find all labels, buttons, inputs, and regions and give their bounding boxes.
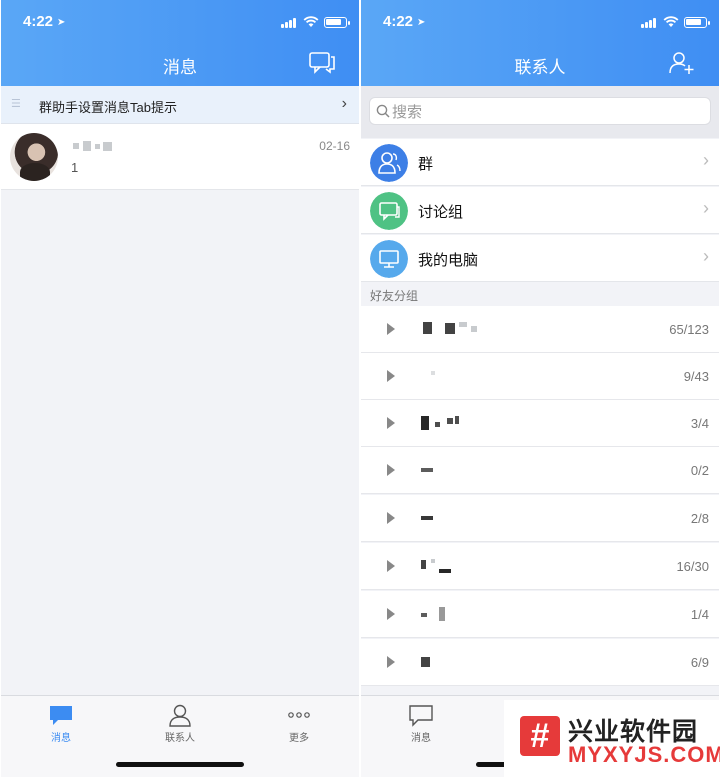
wifi-icon [303, 16, 319, 27]
friend-groups-header: 好友分组 [361, 282, 719, 306]
chat-bubbles-icon[interactable] [309, 51, 335, 75]
tab-messages[interactable]: 消息 [386, 703, 456, 744]
wifi-icon [663, 16, 679, 27]
group-name-redacted [419, 511, 489, 525]
location-icon: ➤ [417, 17, 426, 28]
banner-text: 群助手设置消息Tab提示 [39, 100, 177, 115]
group-online-count: 0/2 [690, 463, 709, 478]
expand-triangle-icon [387, 656, 395, 668]
battery-icon [684, 17, 710, 28]
add-contact-icon[interactable] [669, 51, 695, 75]
expand-triangle-icon [387, 512, 395, 524]
entry-label: 我的电脑 [418, 252, 479, 269]
chevron-right-icon: › [703, 198, 709, 218]
message-time: 02-16 [319, 139, 350, 153]
expand-triangle-icon [387, 323, 395, 335]
group-online-count: 65/123 [669, 322, 709, 337]
messages-header: 4:22 ➤ 消息 [1, 0, 359, 86]
entry-discussion-groups[interactable]: 讨论组 › [361, 187, 719, 234]
assistant-icon: ☰ [11, 98, 21, 110]
message-icon [409, 705, 433, 727]
group-online-count: 3/4 [690, 416, 709, 431]
expand-triangle-icon [387, 464, 395, 476]
watermark-logo: # [520, 716, 560, 756]
group-online-count: 2/8 [690, 511, 709, 526]
entry-my-computer[interactable]: 我的电脑 › [361, 235, 719, 282]
section-title: 好友分组 [370, 289, 419, 303]
entry-label: 讨论组 [418, 204, 464, 221]
group-name-redacted [419, 416, 489, 430]
search-icon [376, 104, 390, 118]
chevron-right-icon: › [703, 246, 709, 266]
tab-messages[interactable]: 消息 [26, 703, 96, 744]
search-box[interactable] [369, 97, 711, 125]
watermark-text-en: MYXYJS.COM [568, 742, 720, 767]
group-online-count: 6/9 [690, 655, 709, 670]
contacts-header: 4:22 ➤ 联系人 [361, 0, 719, 86]
avatar [10, 133, 58, 181]
chevron-right-icon: › [341, 95, 347, 112]
signal-icon [281, 18, 297, 28]
search-area [361, 86, 719, 138]
friend-group-row[interactable]: 65/123 [361, 306, 719, 353]
group-name-redacted [419, 607, 489, 621]
group-online-count: 9/43 [683, 369, 709, 384]
page-title: 消息 [163, 58, 197, 77]
chat-icon [370, 192, 408, 230]
group-name-redacted [419, 655, 489, 669]
friend-group-row[interactable]: 6/9 [361, 639, 719, 686]
status-time: 4:22 ➤ [23, 13, 66, 30]
group-name-redacted [419, 559, 489, 573]
message-preview: 1 [71, 160, 79, 175]
page-title: 联系人 [514, 58, 566, 77]
chevron-right-icon: › [703, 150, 709, 170]
friend-group-row[interactable]: 0/2 [361, 447, 719, 494]
friend-group-row[interactable]: 16/30 [361, 543, 719, 590]
status-time: 4:22 ➤ [383, 13, 426, 30]
tab-label: 联系人 [165, 733, 195, 744]
group-name-redacted [419, 322, 489, 336]
entry-groups[interactable]: 群 › [361, 139, 719, 186]
tab-label: 消息 [411, 733, 431, 744]
entry-label: 群 [418, 156, 434, 173]
group-assistant-banner[interactable]: ☰ 群助手设置消息Tab提示 › [1, 86, 359, 124]
home-indicator [116, 762, 244, 767]
expand-triangle-icon [387, 608, 395, 620]
messages-screen: 4:22 ➤ 消息 ☰ 群助手设置消息Tab提示 › 1 02-16 消息 联系… [1, 0, 359, 777]
tab-contacts[interactable]: 联系人 [145, 703, 215, 744]
group-online-count: 16/30 [676, 559, 709, 574]
expand-triangle-icon [387, 417, 395, 429]
location-icon: ➤ [57, 17, 66, 28]
status-bar: 4:22 ➤ [361, 13, 719, 33]
signal-icon [641, 18, 657, 28]
group-name-redacted [419, 369, 489, 383]
more-icon [288, 712, 310, 718]
tab-label: 更多 [289, 733, 309, 744]
expand-triangle-icon [387, 370, 395, 382]
tab-label: 消息 [51, 733, 71, 744]
person-icon [169, 704, 191, 727]
status-bar: 4:22 ➤ [1, 13, 359, 33]
watermark: # 兴业软件园 MYXYJS.COM [504, 700, 720, 777]
conversation-row[interactable]: 1 02-16 [1, 124, 359, 190]
battery-icon [324, 17, 350, 28]
tab-more[interactable]: 更多 [264, 703, 334, 744]
group-online-count: 1/4 [690, 607, 709, 622]
friend-group-row[interactable]: 1/4 [361, 591, 719, 638]
friend-group-row[interactable]: 3/4 [361, 400, 719, 447]
friend-group-row[interactable]: 2/8 [361, 495, 719, 542]
friend-group-row[interactable]: 9/43 [361, 353, 719, 400]
group-name-redacted [419, 463, 489, 477]
contacts-screen: 4:22 ➤ 联系人 搜索 群 › 讨论组 › 我的电脑 › 好友分组 65/1… [361, 0, 719, 777]
message-icon [50, 706, 72, 725]
search-input[interactable] [392, 101, 692, 123]
computer-icon [370, 240, 408, 278]
expand-triangle-icon [387, 560, 395, 572]
group-icon [370, 144, 408, 182]
contact-name-redacted [73, 141, 123, 151]
